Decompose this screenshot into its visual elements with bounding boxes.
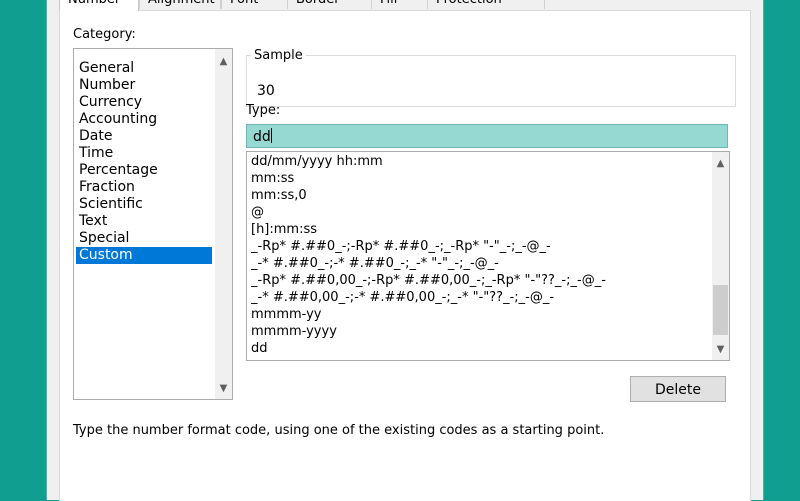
category-item-fraction[interactable]: Fraction [76, 179, 212, 196]
category-item-custom[interactable]: Custom [76, 247, 212, 264]
format-code-item[interactable]: @ [251, 204, 706, 221]
tab-alignment[interactable]: Alignment [139, 0, 221, 9]
format-cells-dialog: Number Alignment Font Border Fill Protec… [46, 0, 764, 501]
sample-label: Sample [251, 48, 306, 63]
chevron-down-icon[interactable]: ▼ [215, 380, 232, 397]
chevron-up-icon[interactable]: ▲ [712, 155, 729, 172]
tab-protection[interactable]: Protection [427, 0, 545, 9]
category-list[interactable]: General Number Currency Accounting Date … [73, 48, 233, 400]
delete-button[interactable]: Delete [630, 376, 726, 402]
category-item-date[interactable]: Date [76, 128, 212, 145]
category-item-scientific[interactable]: Scientific [76, 196, 212, 213]
sample-value: 30 [257, 83, 275, 99]
category-scrollbar[interactable]: ▲ ▼ [215, 49, 232, 399]
format-code-item[interactable]: mmmm-yy [251, 306, 706, 323]
tab-number[interactable]: Number [59, 0, 139, 11]
help-text: Type the number format code, using one o… [73, 423, 605, 438]
format-code-item[interactable]: _-Rp* #.##0,00_-;-Rp* #.##0,00_-;_-Rp* "… [251, 272, 706, 289]
format-code-item[interactable]: _-* #.##0_-;-* #.##0_-;_-* "-"_-;_-@_- [251, 255, 706, 272]
category-item-special[interactable]: Special [76, 230, 212, 247]
format-code-item[interactable]: _-* #.##0,00_-;-* #.##0,00_-;_-* "-"??_-… [251, 289, 706, 306]
format-code-item[interactable]: mm:ss [251, 170, 706, 187]
format-list-scrollbar[interactable]: ▲ ▼ [712, 152, 729, 360]
format-code-item[interactable]: mmmm-yyyy [251, 323, 706, 340]
category-label: Category: [73, 27, 136, 42]
sample-group: Sample 30 [246, 48, 736, 107]
text-caret [270, 128, 272, 143]
tab-border[interactable]: Border [287, 0, 379, 9]
category-item-currency[interactable]: Currency [76, 94, 212, 111]
format-code-item[interactable]: _-Rp* #.##0_-;-Rp* #.##0_-;_-Rp* "-"_-;_… [251, 238, 706, 255]
category-item-general[interactable]: General [76, 60, 212, 77]
category-item-text[interactable]: Text [76, 213, 212, 230]
type-input-value: dd [253, 129, 271, 145]
format-code-item[interactable]: [h]:mm:ss [251, 221, 706, 238]
format-code-item[interactable]: mm:ss,0 [251, 187, 706, 204]
type-label: Type: [246, 103, 281, 118]
category-item-time[interactable]: Time [76, 145, 212, 162]
number-tab-panel: Category: General Number Currency Accoun… [59, 10, 751, 501]
tab-fill[interactable]: Fill [371, 0, 435, 9]
format-code-item[interactable]: dd/mm/yyyy hh:mm [251, 153, 706, 170]
format-code-item[interactable]: dd [251, 340, 706, 357]
category-item-number[interactable]: Number [76, 77, 212, 94]
format-code-list[interactable]: dd/mm/yyyy hh:mm mm:ss mm:ss,0 @ [h]:mm:… [246, 151, 730, 361]
category-item-percentage[interactable]: Percentage [76, 162, 212, 179]
scrollbar-thumb[interactable] [713, 285, 728, 335]
type-input[interactable]: dd [246, 124, 728, 148]
chevron-up-icon[interactable]: ▲ [215, 53, 232, 70]
category-item-accounting[interactable]: Accounting [76, 111, 212, 128]
tab-font[interactable]: Font [221, 0, 295, 9]
chevron-down-icon[interactable]: ▼ [712, 341, 729, 358]
